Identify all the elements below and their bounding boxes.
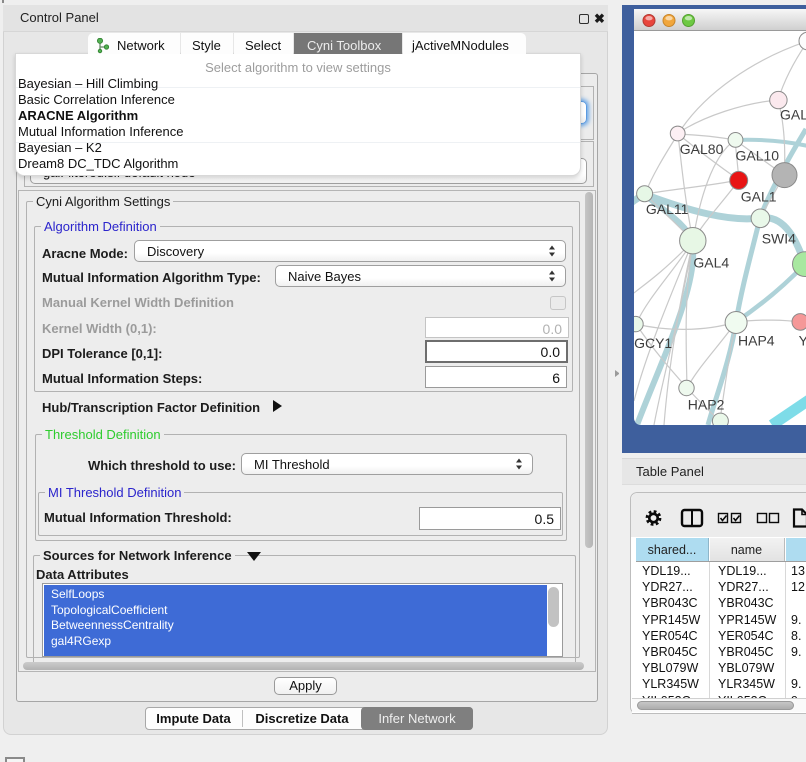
svg-text:GAL1: GAL1 bbox=[741, 189, 777, 205]
svg-text:GAL80: GAL80 bbox=[680, 141, 724, 157]
svg-text:GAL11: GAL11 bbox=[646, 201, 689, 217]
svg-text:SWI4: SWI4 bbox=[762, 231, 796, 247]
svg-text:GAL4: GAL4 bbox=[693, 255, 729, 271]
svg-text:GAL10: GAL10 bbox=[736, 148, 780, 164]
svg-text:YJ: YJ bbox=[799, 333, 806, 349]
svg-text:HAP4: HAP4 bbox=[738, 333, 775, 349]
svg-text:GCY1: GCY1 bbox=[634, 335, 672, 351]
svg-text:HAP2: HAP2 bbox=[688, 397, 725, 413]
svg-text:GAL2: GAL2 bbox=[780, 107, 806, 123]
